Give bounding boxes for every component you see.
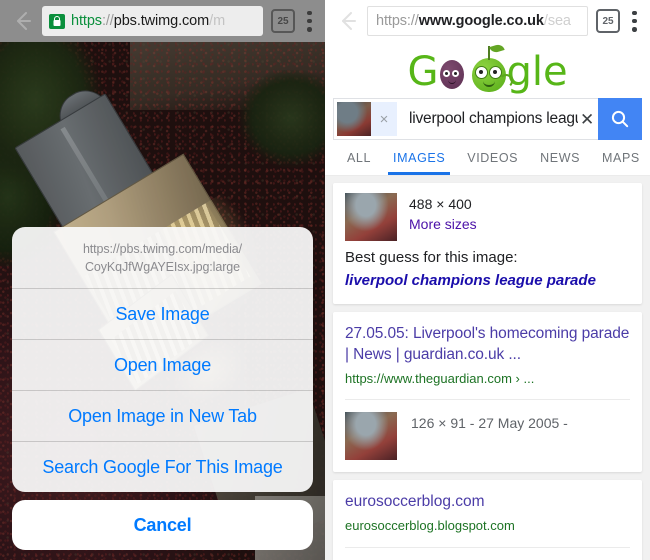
search-tabs: ALL IMAGES VIDEOS NEWS MAPS (325, 140, 650, 176)
tab-counter-button[interactable]: 25 (596, 9, 620, 33)
open-image-button[interactable]: Open Image (12, 340, 313, 390)
action-sheet-group: https://pbs.twimg.com/media/ CoyKqJfWgAY… (12, 226, 313, 492)
address-bar-text: https://www.google.co.uk/sea (376, 13, 571, 29)
logo-letters-gle: gle (506, 49, 568, 95)
search-by-image-thumbnail (337, 102, 371, 136)
url-path: /sea (543, 13, 571, 29)
result-thumbnail[interactable] (345, 193, 397, 241)
back-arrow-icon[interactable] (335, 8, 361, 34)
apple-doodle (472, 43, 514, 92)
back-arrow-icon[interactable] (10, 8, 36, 34)
search-input-value: liverpool champions league pa (409, 110, 578, 127)
web-result-card[interactable]: eurosoccerblog.com eurosoccerblog.blogsp… (333, 480, 642, 560)
url-scheme: https (71, 13, 102, 29)
search-icon (611, 110, 629, 128)
tab-videos[interactable]: VIDEOS (456, 140, 529, 175)
url-path: /m (209, 13, 226, 29)
address-bar[interactable]: https://pbs.twimg.com/m (42, 6, 263, 36)
google-logo[interactable]: G gle (407, 43, 568, 95)
results-list[interactable]: 488 × 400 More sizes Best guess for this… (325, 176, 650, 560)
best-guess-link[interactable]: liverpool champions league parade (345, 270, 630, 293)
action-sheet-url-line1: https://pbs.twimg.com/media/ (82, 241, 243, 256)
left-browser-panel: https://pbs.twimg.com/m 25 https://pbs.… (0, 0, 325, 560)
dual-screenshot: https://pbs.twimg.com/m 25 https://pbs.… (0, 0, 650, 560)
right-browser-panel: https://www.google.co.uk/sea 25 G gle × … (325, 0, 650, 560)
left-browser-toolbar: https://pbs.twimg.com/m 25 (0, 0, 325, 42)
url-host: www.google.co.uk (418, 13, 544, 29)
tab-news[interactable]: NEWS (529, 140, 591, 175)
right-browser-toolbar: https://www.google.co.uk/sea 25 (325, 0, 650, 42)
tab-counter-button[interactable]: 25 (271, 9, 295, 33)
url-separator: :// (101, 13, 114, 29)
result-url: https://www.theguardian.com › ... (345, 370, 535, 386)
result-url: eurosoccerblog.blogspot.com (345, 518, 515, 534)
result-thumbnail[interactable] (345, 412, 397, 461)
action-sheet-url-line2: CoyKqJfWgAYEIsx.jpg:large (85, 259, 240, 274)
url-scheme: https:// (376, 13, 419, 29)
clear-icon[interactable]: ✕ (580, 111, 596, 128)
url-host: pbs.twimg.com (113, 13, 210, 29)
action-sheet-header: https://pbs.twimg.com/media/ CoyKqJfWgAY… (12, 227, 313, 288)
action-sheet: https://pbs.twimg.com/media/ CoyKqJfWgAY… (0, 226, 325, 560)
search-by-image-chip: × (334, 99, 397, 139)
tab-images[interactable]: IMAGES (382, 140, 456, 175)
best-guess-label: Best guess for this image: (345, 249, 518, 266)
plum-character-icon (440, 60, 465, 89)
save-image-button[interactable]: Save Image (12, 289, 313, 339)
image-dimensions: 488 × 400 (409, 196, 472, 212)
google-doodle[interactable]: G gle (325, 42, 650, 98)
search-box[interactable]: × liverpool champions league pa ✕ (333, 98, 598, 140)
tab-maps[interactable]: MAPS (591, 140, 650, 175)
search-google-for-image-button[interactable]: Search Google For This Image (12, 442, 313, 492)
search-button[interactable] (598, 98, 642, 140)
kebab-menu-icon[interactable] (307, 10, 312, 32)
cancel-button[interactable]: Cancel (12, 500, 313, 550)
web-result-card[interactable]: 27.05.05: Liverpool's homecoming parade … (333, 312, 642, 473)
search-input[interactable]: liverpool champions league pa (397, 110, 580, 128)
result-image-meta: 126 × 91 - 27 May 2005 - (411, 415, 568, 432)
search-row: × liverpool champions league pa ✕ (325, 98, 650, 140)
logo-letter-g: G (407, 49, 439, 95)
google-page: G gle × liverpool champions leag ✕ ALL I… (325, 42, 650, 560)
apple-character-icon (472, 43, 514, 92)
best-guess-card[interactable]: 488 × 400 More sizes Best guess for this… (333, 183, 642, 304)
result-title[interactable]: eurosoccerblog.com (333, 480, 642, 513)
result-title[interactable]: 27.05.05: Liverpool's homecoming parade … (333, 312, 642, 366)
address-bar[interactable]: https://www.google.co.uk/sea (367, 6, 588, 36)
address-bar-text: https://pbs.twimg.com/m (71, 13, 225, 29)
more-sizes-link[interactable]: More sizes (409, 214, 477, 234)
open-image-new-tab-button[interactable]: Open Image in New Tab (12, 391, 313, 441)
fruit-doodle (438, 52, 472, 92)
lock-icon (49, 13, 65, 29)
kebab-menu-icon[interactable] (632, 10, 637, 32)
chip-close-icon[interactable]: × (371, 102, 397, 136)
tab-all[interactable]: ALL (335, 140, 382, 175)
